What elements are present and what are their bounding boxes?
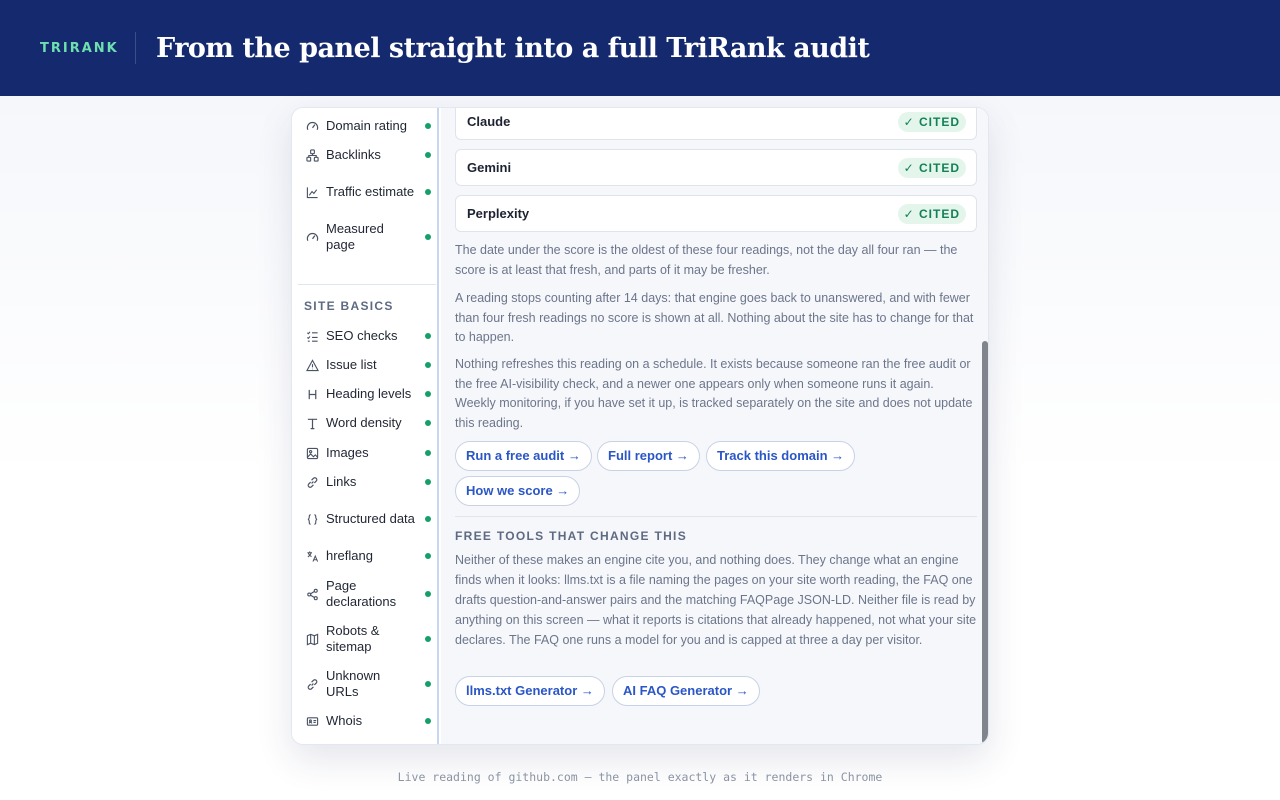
status-dot: [425, 420, 431, 426]
engine-name: Gemini: [467, 160, 512, 175]
network-icon: [305, 148, 320, 163]
sidebar-item-page-declarations[interactable]: Page declarations: [305, 578, 431, 610]
engine-name: Perplexity: [467, 206, 530, 221]
engine-row-claude: Claude ✓ CITED: [455, 108, 977, 140]
status-badge: ✓ CITED: [897, 158, 966, 178]
engine-row-gemini: Gemini ✓ CITED: [455, 149, 977, 186]
sidebar-item-label: Structured data: [326, 511, 415, 526]
sidebar-item-hreflang[interactable]: hreflang: [305, 548, 431, 564]
scrollbar-thumb[interactable]: [982, 341, 988, 744]
sidebar-item-traffic-estimate[interactable]: Traffic estimate: [305, 176, 431, 208]
status-dot: [425, 123, 431, 129]
heading-icon: [305, 387, 320, 402]
engine-row-perplexity: Perplexity ✓ CITED: [455, 195, 977, 232]
status-dot: [425, 234, 431, 240]
panel-sidebar: Domain rating Backlinks Traffic estimate…: [292, 108, 439, 744]
brand-logo: TRIRANK: [40, 40, 119, 56]
sidebar-item-whois[interactable]: Whois: [305, 713, 431, 729]
sidebar-item-label: Page declarations: [326, 578, 397, 609]
sidebar-item-label: Heading levels: [326, 386, 412, 401]
engine-name: Claude: [467, 114, 511, 129]
sidebar-item-label: Measured page: [326, 221, 384, 252]
sidebar-item-seo-checks[interactable]: SEO checks: [305, 328, 431, 344]
section-divider: [455, 516, 977, 517]
tools-heading: FREE TOOLS THAT CHANGE THIS: [455, 529, 687, 543]
status-dot: [425, 681, 431, 687]
status-dot: [425, 152, 431, 158]
sidebar-item-heading-levels[interactable]: Heading levels: [305, 386, 431, 402]
sidebar-divider: [298, 284, 436, 285]
gauge-icon: [305, 230, 320, 245]
sidebar-item-unknown-urls[interactable]: Unknown URLs: [305, 668, 431, 700]
sidebar-item-issue-list[interactable]: Issue list: [305, 357, 431, 373]
status-dot: [425, 591, 431, 597]
status-badge: ✓ CITED: [897, 112, 966, 132]
sidebar-item-robots-sitemap[interactable]: Robots & sitemap: [305, 623, 431, 655]
expiry-note: A reading stops counting after 14 days: …: [455, 291, 974, 344]
status-dot: [425, 553, 431, 559]
sidebar-item-label: Robots & sitemap: [326, 623, 380, 654]
header-divider: [135, 32, 136, 64]
llms-generator-button[interactable]: llms.txt Generator →: [455, 676, 605, 706]
id-card-icon: [305, 714, 320, 729]
braces-icon: [305, 512, 320, 527]
text-icon: [305, 416, 320, 431]
screenshot-caption: Live reading of github.com — the panel e…: [397, 770, 883, 784]
sidebar-item-label: Unknown URLs: [326, 668, 381, 699]
sidebar-item-label: Whois: [326, 713, 363, 728]
status-dot: [425, 333, 431, 339]
link-icon: [305, 677, 320, 692]
sidebar-item-label: Domain rating: [326, 118, 407, 133]
faq-generator-button[interactable]: AI FAQ Generator →: [612, 676, 760, 706]
map-icon: [305, 632, 320, 647]
status-badge: ✓ CITED: [897, 204, 966, 224]
sidebar-item-label: Traffic estimate: [326, 184, 415, 199]
status-dot: [425, 391, 431, 397]
top-banner: TRIRANK From the panel straight into a f…: [0, 0, 1280, 96]
panel-main: Claude ✓ CITED Gemini ✓ CITED Perplexity…: [441, 108, 988, 744]
status-dot: [425, 450, 431, 456]
sidebar-item-label: Backlinks: [326, 147, 381, 162]
status-dot: [425, 718, 431, 724]
seo-panel: Domain rating Backlinks Traffic estimate…: [291, 107, 989, 745]
sidebar-item-measured-page[interactable]: Measured page: [305, 221, 431, 253]
status-dot: [425, 189, 431, 195]
link-icon: [305, 475, 320, 490]
sidebar-item-label: Word density: [326, 415, 402, 430]
score-date-note: The date under the score is the oldest o…: [455, 243, 958, 277]
gauge-icon: [305, 119, 320, 134]
page-headline: From the panel straight into a full TriR…: [156, 32, 870, 64]
run-audit-button[interactable]: Run a free audit →: [455, 441, 592, 471]
sidebar-item-label: SEO checks: [326, 328, 398, 343]
sidebar-item-label: hreflang: [326, 548, 373, 563]
tools-description: Neither of these makes an engine cite yo…: [455, 553, 977, 647]
sidebar-section-heading: SITE BASICS: [304, 299, 394, 313]
status-dot: [425, 479, 431, 485]
refresh-note: Nothing refreshes this reading on a sche…: [455, 357, 973, 430]
full-report-button[interactable]: Full report →: [597, 441, 700, 471]
status-dot: [425, 636, 431, 642]
status-dot: [425, 516, 431, 522]
sidebar-item-images[interactable]: Images: [305, 445, 431, 461]
translate-icon: [305, 549, 320, 564]
chart-line-icon: [305, 185, 320, 200]
how-we-score-button[interactable]: How we score →: [455, 476, 581, 506]
track-domain-button[interactable]: Track this domain →: [706, 441, 856, 471]
sidebar-item-links[interactable]: Links: [305, 474, 431, 490]
sidebar-item-label: Images: [326, 445, 369, 460]
sidebar-item-backlinks[interactable]: Backlinks: [305, 147, 431, 163]
status-dot: [425, 362, 431, 368]
checklist-icon: [305, 329, 320, 344]
warning-icon: [305, 358, 320, 373]
sidebar-item-domain-rating[interactable]: Domain rating: [305, 118, 431, 134]
sidebar-item-word-density[interactable]: Word density: [305, 415, 431, 431]
sidebar-item-label: Issue list: [326, 357, 377, 372]
sidebar-item-structured-data[interactable]: Structured data: [305, 503, 431, 535]
sidebar-item-label: Links: [326, 474, 357, 489]
share-icon: [305, 587, 320, 602]
image-icon: [305, 446, 320, 461]
